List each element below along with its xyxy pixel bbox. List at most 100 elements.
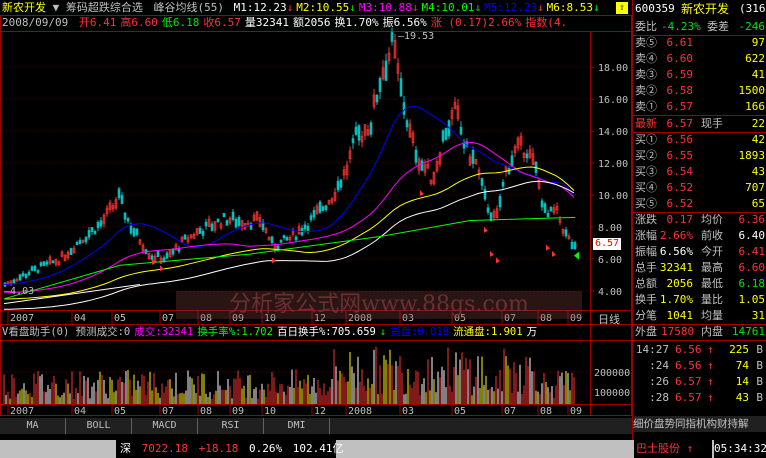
tab-macd[interactable]: MACD	[132, 418, 198, 434]
y-tick-label: 4.00	[598, 287, 622, 298]
x-tick-label: 08	[200, 406, 212, 416]
peak-price-label: —19.53	[398, 31, 435, 42]
tick-volume: 14	[735, 375, 749, 388]
ask-price[interactable]: 6.59	[667, 67, 694, 83]
weibi-value: -4.23%	[661, 20, 701, 33]
candle-body	[282, 235, 286, 239]
candle-body	[501, 181, 505, 187]
quote-row: 卖③ 6.59 41	[633, 67, 766, 83]
bid-price[interactable]: 6.52	[667, 196, 694, 212]
settings-icon[interactable]: ⇧	[616, 2, 628, 14]
ma-legend: M1:12.23↓ M2:10.55↓ M3:10.88↓ M4:10.01↓ M5:1…	[231, 1, 600, 14]
x-tick-label: 07	[162, 406, 174, 416]
candle-body	[27, 271, 31, 276]
ticker-box[interactable]: 巴士股份 ↑	[634, 440, 712, 458]
quote-row: 涨幅 2.66% 前收 6.40	[633, 228, 766, 244]
bid-price[interactable]: 6.55	[667, 148, 694, 164]
chart-area[interactable]: 18.00 16.00 14.00 12.00 10.00 8.00 6.00 4.00 200…	[0, 0, 632, 434]
stat-value: 6.40	[738, 229, 766, 242]
stock-code: 600359	[635, 2, 675, 15]
buy-signal-icon	[546, 244, 550, 251]
bid-price[interactable]: 6.56	[667, 132, 694, 148]
candle-body	[546, 212, 550, 218]
candle-body	[336, 180, 340, 191]
ohlc-readout: 开6.41 高6.60 低6.18 收6.57 量32341 额2056 换1.70% 振6.…	[75, 16, 567, 29]
volume-title-item: 成交:32341	[134, 326, 194, 338]
ohlc-item: 高6.60	[120, 16, 158, 29]
candle-body	[324, 205, 328, 211]
candle-body	[309, 215, 313, 221]
tab-ma[interactable]: MA	[0, 418, 66, 434]
kline-chart[interactable]: 18.00 16.00 14.00 12.00 10.00 8.00 6.00 4.00 200…	[0, 0, 632, 416]
candle-body	[171, 248, 175, 255]
stat-value: 6.56%	[659, 245, 693, 258]
outer-label: 外盘	[635, 325, 657, 338]
bid-price[interactable]: 6.54	[667, 164, 694, 180]
candle-body	[399, 78, 403, 97]
candle-body	[69, 248, 73, 256]
candle-body	[18, 274, 22, 281]
tab-rsi[interactable]: RSI	[198, 418, 264, 434]
candle-body	[231, 211, 235, 220]
ask-volume: 41	[751, 68, 765, 81]
cur-vol-label: 现手	[701, 117, 723, 130]
candle-body	[87, 230, 91, 238]
candle-body	[405, 120, 409, 128]
quote-row: 分笔 1041 均量 31	[633, 308, 766, 324]
candle-body	[441, 130, 445, 142]
quote-row: 外盘 17580 内盘 14761	[633, 324, 766, 340]
candle-body	[45, 261, 49, 265]
candle-body	[204, 221, 208, 227]
ask-price[interactable]: 6.61	[667, 35, 694, 51]
candle-body	[123, 212, 127, 220]
candle-body	[378, 77, 382, 92]
tab-bar-filler	[330, 418, 632, 434]
quote-bottom-tabs[interactable]: 细价盘势同指机构财持解	[633, 416, 766, 432]
stat-label: 总额	[635, 277, 657, 290]
stat-value: 6.36	[738, 213, 766, 226]
index-value: 7022.18	[141, 442, 188, 455]
x-tick-label: 05	[114, 313, 126, 324]
volume-indicator-title: V看盘助手(0) 预测成交:0 成交:32341 换手率%:1.702 百日换手%:7…	[2, 326, 541, 339]
candle-body	[120, 195, 124, 204]
quote-row: 14:27 6.56 ↑ 225 B	[633, 342, 766, 358]
period-label[interactable]: 日线	[598, 311, 620, 327]
volume-title-item: 万	[526, 326, 538, 338]
ask-volume: 97	[751, 36, 765, 49]
tab-boll[interactable]: BOLL	[66, 418, 132, 434]
tick-time: :24	[649, 359, 669, 372]
candle-body	[480, 178, 484, 186]
stat-value: 1.05	[738, 293, 766, 306]
tab-dmi[interactable]: DMI	[264, 418, 330, 434]
indicator-name[interactable]: 筹码超跌综合选	[66, 1, 143, 14]
volume-title-item: ↓	[379, 326, 387, 338]
stat-value: 2.66%	[659, 229, 693, 242]
candle-body	[357, 125, 361, 141]
index-pct: 0.26%	[248, 442, 283, 455]
candle-body	[201, 230, 205, 236]
candle-body	[279, 239, 283, 243]
quote-row: 涨跌 0.17 均价 6.36	[633, 212, 766, 228]
quote-row: 总手 32341 最高 6.60	[633, 260, 766, 276]
indicator-dropdown-icon[interactable]: ▼	[53, 1, 60, 14]
ma-line-magenta	[3, 141, 575, 294]
stat-label: 总手	[635, 261, 657, 274]
ask-price[interactable]: 6.57	[667, 99, 694, 115]
y-tick-label: 12.00	[598, 159, 628, 170]
volume-title-item: 换手率%:1.702	[197, 326, 273, 338]
ma-value-6: M6:8.53	[546, 1, 594, 14]
candle-body	[312, 210, 316, 218]
y-tick-label: 100000	[594, 388, 630, 399]
tick-arrow-icon: ↑	[707, 391, 714, 404]
candle-body	[135, 228, 139, 236]
ma-value-4: M4:10.01	[421, 1, 475, 14]
candle-body	[486, 207, 490, 213]
market-index-box[interactable]: 深 7022.18 +18.18 0.26% 102.41亿	[116, 440, 343, 458]
ask-price[interactable]: 6.58	[667, 83, 694, 99]
candle-body	[21, 272, 25, 277]
ask-price[interactable]: 6.60	[667, 51, 694, 67]
candle-body	[198, 227, 202, 234]
tick-time: :28	[649, 391, 669, 404]
indicator2-name[interactable]: 峰谷均线(55)	[154, 1, 225, 14]
bid-price[interactable]: 6.52	[667, 180, 694, 196]
